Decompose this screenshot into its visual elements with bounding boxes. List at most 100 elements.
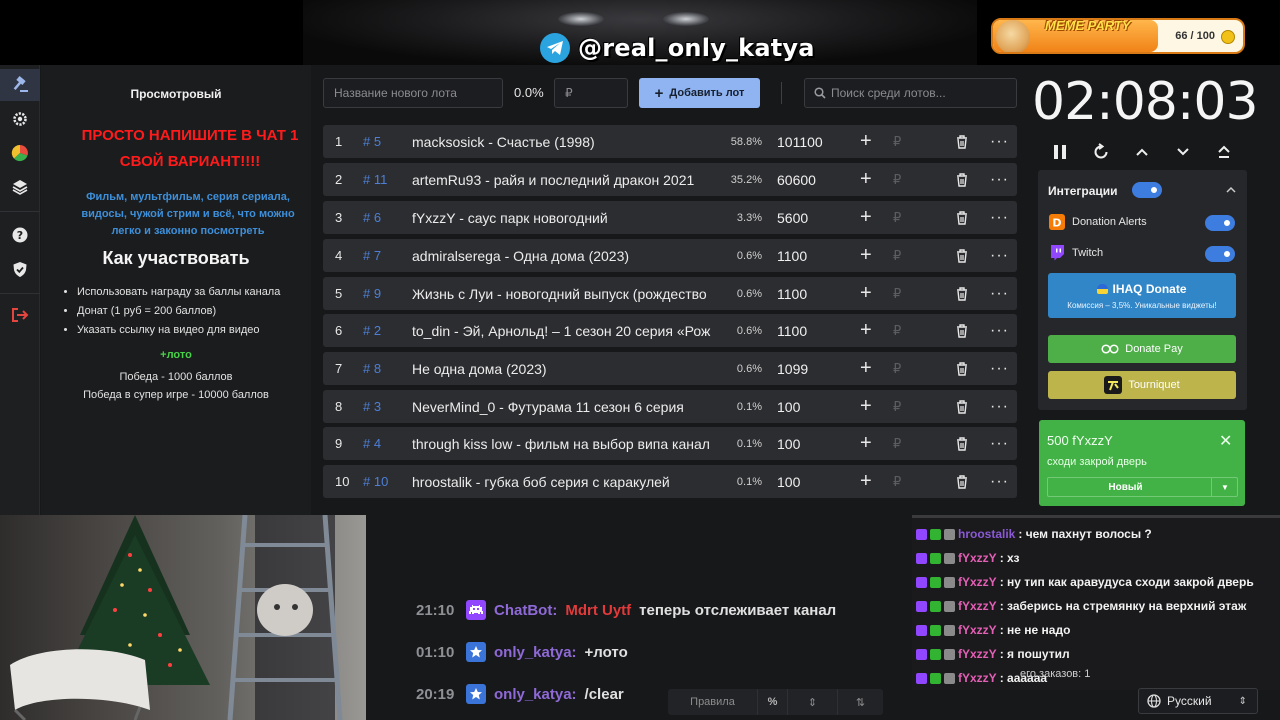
sidebar-item-logout[interactable] bbox=[0, 299, 40, 331]
chat-username[interactable]: fYxzzY bbox=[958, 551, 997, 565]
caret-down-icon[interactable]: ▼ bbox=[1211, 478, 1238, 496]
more-options-button[interactable]: ··· bbox=[990, 239, 1009, 272]
delete-lot-button[interactable] bbox=[956, 314, 968, 347]
add-amount-button[interactable]: + bbox=[860, 314, 872, 347]
lot-name[interactable]: hroostalik - губка боб серия с каракулей bbox=[412, 465, 712, 498]
lot-name[interactable]: NeverMind_0 - Футурама 11 сезон 6 серия bbox=[412, 390, 712, 423]
lot-amount[interactable]: 101100 bbox=[777, 125, 823, 158]
lot-row[interactable]: 5 # 9 Жизнь с Луи - новогодний выпуск (рож… bbox=[323, 277, 1017, 310]
delete-lot-button[interactable] bbox=[956, 201, 968, 234]
chat-username[interactable]: fYxzzY bbox=[958, 671, 997, 685]
more-options-button[interactable]: ··· bbox=[990, 352, 1009, 385]
sort-button[interactable]: ⇅ bbox=[838, 689, 883, 715]
delete-lot-button[interactable] bbox=[956, 239, 968, 272]
sidebar-item-security[interactable] bbox=[0, 253, 40, 285]
add-amount-button[interactable]: + bbox=[860, 465, 872, 498]
lot-row[interactable]: 9 # 4 through kiss low - фильм на выбор в… bbox=[323, 427, 1017, 460]
lot-name[interactable]: fYxzzY - саус парк новогодний bbox=[412, 201, 712, 234]
lot-name[interactable]: Не одна дома (2023) bbox=[412, 352, 712, 385]
add-amount-button[interactable]: + bbox=[860, 390, 872, 423]
lot-amount[interactable]: 5600 bbox=[777, 201, 808, 234]
lot-name[interactable]: macksosick - Счастье (1998) bbox=[412, 125, 712, 158]
pause-button[interactable] bbox=[1045, 140, 1075, 164]
currency-input[interactable]: ₽ bbox=[893, 352, 901, 385]
integrations-toggle[interactable] bbox=[1132, 182, 1162, 198]
donation-alerts-toggle[interactable] bbox=[1205, 215, 1235, 231]
percent-button[interactable]: % bbox=[758, 689, 788, 715]
delete-lot-button[interactable] bbox=[956, 465, 968, 498]
lot-name[interactable]: Жизнь с Луи - новогодний выпуск (рождест… bbox=[412, 277, 712, 310]
lot-row[interactable]: 6 # 2 to_din - Эй, Арнольд! – 1 сезон 20 с… bbox=[323, 314, 1017, 347]
delete-lot-button[interactable] bbox=[956, 125, 968, 158]
order-status-select[interactable]: Новый ▼ bbox=[1047, 477, 1238, 497]
lot-row[interactable]: 4 # 7 admiralserega - Одна дома (2023) 0.6%… bbox=[323, 239, 1017, 272]
timer-decrease-button[interactable] bbox=[1168, 140, 1198, 164]
more-options-button[interactable]: ··· bbox=[990, 465, 1009, 498]
lot-amount[interactable]: 1100 bbox=[777, 277, 807, 310]
more-options-button[interactable]: ··· bbox=[990, 314, 1009, 347]
currency-input[interactable]: ₽ bbox=[893, 465, 901, 498]
lot-row[interactable]: 1 # 5 macksosick - Счастье (1998) 58.8% 1011… bbox=[323, 125, 1017, 158]
more-options-button[interactable]: ··· bbox=[990, 201, 1009, 234]
more-options-button[interactable]: ··· bbox=[990, 427, 1009, 460]
sidebar-item-settings[interactable] bbox=[0, 103, 40, 135]
lot-amount[interactable]: 60600 bbox=[777, 163, 816, 196]
add-lot-button[interactable]: + Добавить лот bbox=[639, 78, 760, 108]
currency-input[interactable]: ₽ bbox=[893, 314, 901, 347]
lot-row[interactable]: 2 # 11 artemRu93 - райя и последний дракон… bbox=[323, 163, 1017, 196]
add-amount-button[interactable]: + bbox=[860, 352, 872, 385]
currency-input[interactable]: ₽ bbox=[893, 125, 901, 158]
rules-button[interactable]: Правила bbox=[668, 689, 758, 715]
currency-input[interactable]: ₽ bbox=[893, 390, 901, 423]
sidebar-item-auction[interactable] bbox=[0, 69, 40, 101]
tourniquet-button[interactable]: Tourniquet bbox=[1048, 371, 1236, 399]
currency-input[interactable]: ₽ bbox=[893, 239, 901, 272]
add-amount-button[interactable]: + bbox=[860, 277, 872, 310]
lot-amount[interactable]: 1100 bbox=[777, 239, 807, 272]
sidebar-item-layers[interactable] bbox=[0, 171, 40, 203]
lot-name[interactable]: through kiss low - фильм на выбор випа к… bbox=[412, 427, 712, 460]
donate-pay-button[interactable]: Donate Pay bbox=[1048, 335, 1236, 363]
lot-amount[interactable]: 100 bbox=[777, 427, 800, 460]
split-button[interactable]: ⇕ bbox=[788, 689, 838, 715]
lot-amount[interactable]: 100 bbox=[777, 465, 800, 498]
lot-row[interactable]: 10 # 10 hroostalik - губка боб серия с ка… bbox=[323, 465, 1017, 498]
currency-input[interactable]: ₽ bbox=[893, 277, 901, 310]
close-icon[interactable]: ✕ bbox=[1219, 431, 1232, 451]
lot-amount-input[interactable]: ₽ bbox=[554, 78, 628, 108]
lot-name[interactable]: admiralserega - Одна дома (2023) bbox=[412, 239, 712, 272]
add-amount-button[interactable]: + bbox=[860, 239, 872, 272]
more-options-button[interactable]: ··· bbox=[990, 163, 1009, 196]
search-lots-input[interactable]: Поиск среди лотов... bbox=[804, 78, 1017, 108]
lot-name[interactable]: to_din - Эй, Арнольд! – 1 сезон 20 серия… bbox=[412, 314, 712, 347]
currency-input[interactable]: ₽ bbox=[893, 201, 901, 234]
delete-lot-button[interactable] bbox=[956, 390, 968, 423]
timer-increase-button[interactable] bbox=[1127, 140, 1157, 164]
lot-row[interactable]: 8 # 3 NeverMind_0 - Футурама 11 сезон 6 се… bbox=[323, 390, 1017, 423]
lot-name[interactable]: artemRu93 - райя и последний дракон 2021 bbox=[412, 163, 712, 196]
more-options-button[interactable]: ··· bbox=[990, 277, 1009, 310]
chat-username[interactable]: fYxzzY bbox=[958, 647, 997, 661]
lot-amount[interactable]: 100 bbox=[777, 390, 800, 423]
reset-timer-button[interactable] bbox=[1086, 140, 1116, 164]
sidebar-item-help[interactable]: ? bbox=[0, 219, 40, 251]
chat-username[interactable]: hroostalik bbox=[958, 527, 1015, 541]
add-amount-button[interactable]: + bbox=[860, 427, 872, 460]
new-lot-input[interactable]: Название нового лота bbox=[323, 78, 503, 108]
chat-username[interactable]: fYxzzY bbox=[958, 575, 997, 589]
add-amount-button[interactable]: + bbox=[860, 201, 872, 234]
currency-input[interactable]: ₽ bbox=[893, 427, 901, 460]
sidebar-item-wheel[interactable] bbox=[0, 137, 40, 169]
add-amount-button[interactable]: + bbox=[860, 163, 872, 196]
chevron-up-icon[interactable] bbox=[1226, 186, 1236, 194]
chat-username[interactable]: fYxzzY bbox=[958, 599, 997, 613]
more-options-button[interactable]: ··· bbox=[990, 390, 1009, 423]
chat-username[interactable]: fYxzzY bbox=[958, 623, 997, 637]
timer-max-button[interactable] bbox=[1209, 140, 1239, 164]
more-options-button[interactable]: ··· bbox=[990, 125, 1009, 158]
delete-lot-button[interactable] bbox=[956, 163, 968, 196]
add-amount-button[interactable]: + bbox=[860, 125, 872, 158]
delete-lot-button[interactable] bbox=[956, 352, 968, 385]
lot-row[interactable]: 7 # 8 Не одна дома (2023) 0.6% 1099 + ₽ ··· bbox=[323, 352, 1017, 385]
twitch-toggle[interactable] bbox=[1205, 246, 1235, 262]
